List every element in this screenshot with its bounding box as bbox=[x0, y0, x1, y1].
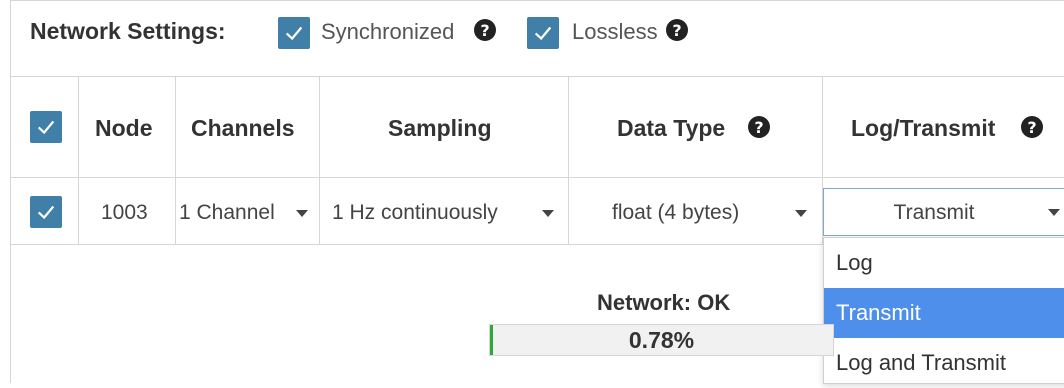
chevron-down-icon bbox=[542, 210, 554, 217]
check-icon bbox=[285, 26, 303, 41]
chevron-down-icon bbox=[795, 210, 807, 217]
network-status-title: Network: OK bbox=[597, 290, 731, 315]
data-type-value: float (4 bytes) bbox=[612, 201, 740, 224]
header-data-type-cell[interactable]: Data Type ? bbox=[569, 77, 823, 178]
row-node-cell: 1003 bbox=[79, 178, 176, 245]
synchronized-label: Synchronized bbox=[321, 19, 455, 44]
synchronized-checkbox[interactable] bbox=[278, 17, 310, 49]
chevron-down-icon bbox=[1048, 209, 1060, 216]
network-usage-bar: 0.78% bbox=[489, 324, 834, 356]
check-icon bbox=[37, 120, 55, 135]
select-all-checkbox[interactable] bbox=[30, 111, 62, 143]
channels-value: 1 Channel bbox=[179, 201, 275, 224]
lossless-label: Lossless bbox=[572, 19, 658, 44]
network-settings-bar: Network Settings: Synchronized ? Lossles… bbox=[11, 1, 1064, 77]
lossless-help-icon[interactable]: ? bbox=[666, 19, 688, 41]
synchronized-help-icon[interactable]: ? bbox=[474, 19, 496, 41]
header-channels-cell[interactable]: Channels bbox=[176, 77, 320, 178]
network-config-panel: Network Settings: Synchronized ? Lossles… bbox=[10, 0, 1064, 384]
sampling-value: 1 Hz continuously bbox=[332, 201, 498, 224]
header-channels: Channels bbox=[191, 115, 295, 141]
header-sampling: Sampling bbox=[388, 115, 492, 141]
log-transmit-dropdown: Log Transmit Log and Transmit bbox=[823, 237, 1064, 384]
chevron-down-icon bbox=[296, 210, 308, 217]
check-icon bbox=[37, 205, 55, 220]
row-select-cell bbox=[11, 178, 79, 245]
data-type-select[interactable]: float (4 bytes) bbox=[569, 178, 823, 245]
header-log-transmit-cell[interactable]: Log/Transmit ? bbox=[823, 77, 1064, 178]
header-node: Node bbox=[95, 115, 153, 141]
network-usage-text: 0.78% bbox=[628, 326, 695, 353]
dropdown-option-log-and-transmit[interactable]: Log and Transmit bbox=[824, 338, 1064, 388]
header-select-cell bbox=[11, 77, 79, 178]
log-transmit-value: Transmit bbox=[893, 201, 975, 224]
log-transmit-help-icon[interactable]: ? bbox=[1021, 116, 1043, 138]
data-type-help-icon[interactable]: ? bbox=[748, 116, 770, 138]
lossless-checkbox[interactable] bbox=[527, 17, 559, 49]
header-data-type: Data Type bbox=[617, 115, 726, 141]
header-log-transmit: Log/Transmit bbox=[851, 115, 996, 141]
dropdown-option-log[interactable]: Log bbox=[824, 238, 1064, 288]
node-id: 1003 bbox=[101, 201, 148, 224]
log-transmit-select[interactable]: Transmit bbox=[823, 188, 1064, 236]
header-node-cell[interactable]: Node bbox=[79, 77, 176, 178]
dropdown-option-transmit[interactable]: Transmit bbox=[824, 288, 1064, 338]
check-icon bbox=[534, 26, 552, 41]
row-checkbox[interactable] bbox=[30, 196, 62, 228]
channels-select[interactable]: 1 Channel bbox=[176, 178, 320, 245]
header-sampling-cell[interactable]: Sampling bbox=[320, 77, 569, 178]
sampling-select[interactable]: 1 Hz continuously bbox=[320, 178, 569, 245]
network-settings-title: Network Settings: bbox=[30, 18, 226, 44]
